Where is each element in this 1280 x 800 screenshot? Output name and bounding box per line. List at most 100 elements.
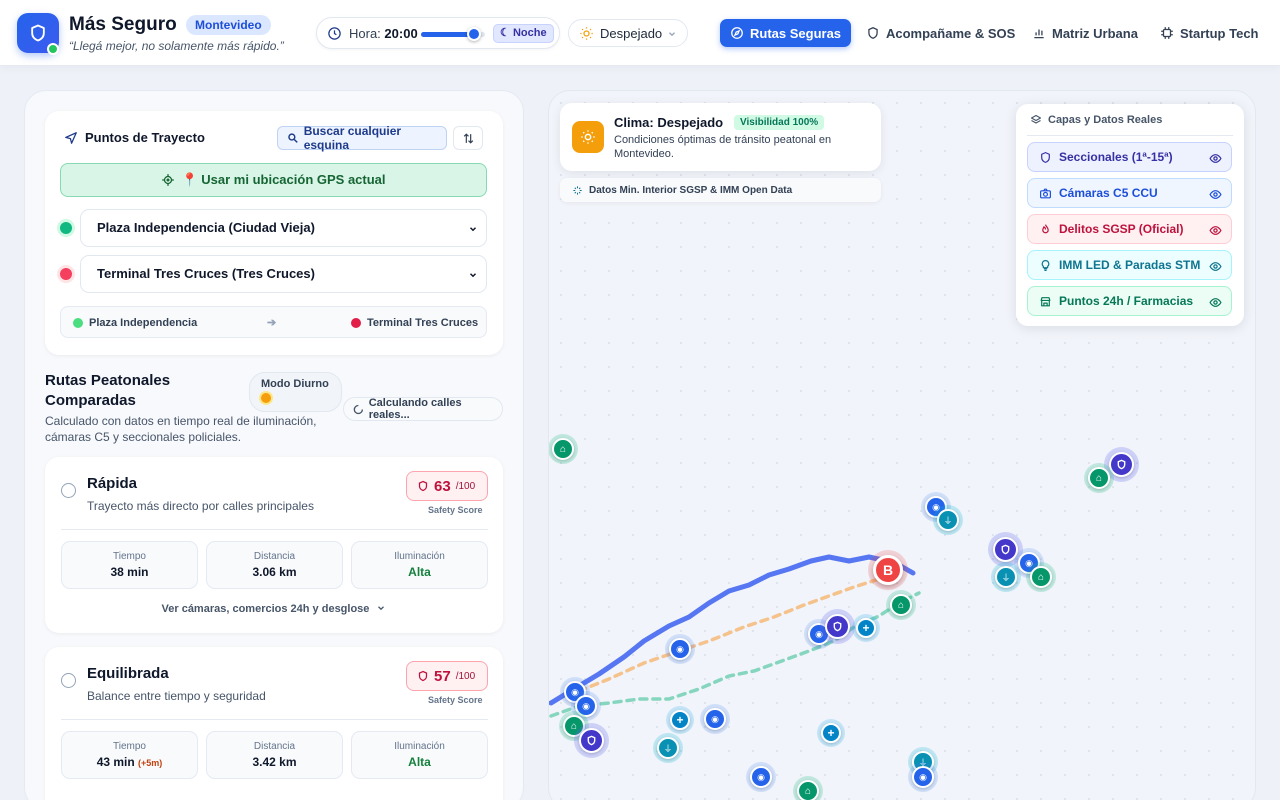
destination-marker[interactable]: B	[873, 555, 903, 585]
city-badge: Montevideo	[186, 15, 271, 35]
pharmacy-marker[interactable]: +	[821, 723, 841, 743]
nav-startup-tech[interactable]: Startup Tech	[1150, 19, 1269, 47]
route-radio[interactable]	[61, 483, 76, 498]
origin-select[interactable]: Plaza Independencia (Ciudad Vieja)	[80, 209, 487, 247]
store-24h-marker[interactable]: ⌂	[552, 438, 574, 460]
metric-label: Iluminación	[394, 741, 445, 752]
route-name: Rápida	[87, 475, 138, 492]
camera-icon: ◉	[582, 700, 590, 711]
camera-marker[interactable]: ◉	[669, 638, 691, 660]
eye-icon[interactable]	[1209, 224, 1222, 237]
eye-icon[interactable]	[1209, 260, 1222, 273]
time-value: 38 min	[110, 565, 149, 579]
layer-toggle-row[interactable]: Delitos SGSP (Oficial)	[1027, 214, 1232, 244]
safety-score-max: /100	[455, 670, 476, 682]
camera-marker[interactable]: ◉	[575, 695, 597, 717]
bulb-icon: ⏚	[943, 515, 953, 526]
app-header: Más Seguro Montevideo “Llegá mejor, no s…	[0, 0, 1280, 66]
calculating-label: Calculando calles reales...	[368, 397, 462, 421]
store-24h-marker[interactable]: ⌂	[797, 780, 819, 800]
layer-toggle-row[interactable]: Puntos 24h / Farmacias	[1027, 286, 1232, 316]
nav-matriz-urbana[interactable]: Matriz Urbana	[1022, 19, 1148, 47]
sun-icon	[581, 130, 595, 144]
time-slider-thumb[interactable]	[467, 27, 482, 41]
app-tagline: “Llegá mejor, no solamente más rápido.”	[69, 39, 284, 53]
chevron-down-icon	[669, 32, 675, 37]
time-slider[interactable]	[421, 27, 485, 41]
day-mode-badge: Modo Diurno	[249, 372, 342, 412]
summary-from-label: Plaza Independencia	[89, 317, 198, 329]
safety-score-badge: 63 /100	[406, 471, 488, 501]
safety-score-value: 57	[434, 667, 451, 685]
metric-label: Distancia	[253, 741, 296, 752]
use-gps-label: 📍 Usar mi ubicación GPS actual	[181, 172, 386, 187]
route-summary: Plaza Independencia ➔ Terminal Tres Cruc…	[60, 306, 487, 338]
store-icon	[1040, 296, 1051, 306]
use-gps-button[interactable]: 📍 Usar mi ubicación GPS actual	[60, 163, 487, 197]
route-planner-panel: Puntos de Trayecto Buscar cualquier esqu…	[24, 90, 524, 800]
weather-title: Clima: Despejado	[614, 115, 724, 130]
route-card-equilibrada[interactable]: Equilibrada Balance entre tiempo y segur…	[45, 647, 503, 800]
map-view[interactable]: ⌂ ⌂ ◉ ⏚ ◉ ⏚ ⌂ ⌂ ◉ + ◉ ◉ ◉ ⌂ + ◉ + ⏚ ⏚ ◉ …	[548, 90, 1256, 800]
camera-icon: ◉	[571, 686, 579, 697]
metric-value: 43 min (+5m)	[62, 755, 197, 769]
camera-marker[interactable]: ◉	[912, 766, 934, 788]
camera-icon: ◉	[711, 713, 719, 724]
data-source-pill: Datos Min. Interior SGSP & IMM Open Data	[560, 178, 881, 202]
camera-icon: ◉	[932, 501, 940, 512]
trip-points-card: Puntos de Trayecto Buscar cualquier esqu…	[45, 111, 503, 355]
camera-icon	[1040, 188, 1051, 198]
search-corner-button[interactable]: Buscar cualquier esquina	[277, 124, 447, 152]
layer-label: Delitos SGSP (Oficial)	[1059, 222, 1184, 236]
layer-toggle-row[interactable]: Seccionales (1ª-15ª)	[1027, 142, 1232, 172]
streetlight-marker[interactable]: ⏚	[657, 737, 679, 759]
search-corner-label: Buscar cualquier esquina	[303, 124, 402, 152]
store-icon: ⌂	[897, 599, 905, 611]
pharmacy-marker[interactable]: +	[670, 710, 690, 730]
eye-icon[interactable]	[1209, 152, 1222, 165]
online-status-dot	[47, 43, 59, 55]
store-24h-marker[interactable]: ⌂	[1030, 566, 1052, 588]
eye-icon[interactable]	[1209, 296, 1222, 309]
weather-select[interactable]: Despejado	[568, 19, 688, 47]
search-icon	[288, 133, 298, 143]
camera-marker[interactable]: ◉	[704, 708, 726, 730]
store-icon: ⌂	[559, 443, 567, 455]
route-line-safe[interactable]	[549, 591, 921, 718]
metric-value: 3.42 km	[252, 755, 297, 769]
police-station-marker[interactable]	[993, 537, 1018, 562]
store-24h-marker[interactable]: ⌂	[1088, 467, 1110, 489]
nav-rutas-seguras[interactable]: Rutas Seguras	[720, 19, 852, 47]
nav-label: Rutas Seguras	[750, 25, 842, 41]
store-24h-marker[interactable]: ⌂	[890, 594, 912, 616]
police-station-marker[interactable]	[579, 728, 604, 753]
routes-section-title: Rutas Peatonales Comparadas	[45, 372, 171, 409]
destination-select[interactable]: Terminal Tres Cruces (Tres Cruces)	[80, 255, 487, 293]
police-station-marker[interactable]	[1109, 452, 1134, 477]
see-details-toggle[interactable]: Ver cámaras, comercios 24h y desglose	[45, 603, 503, 615]
pharmacy-marker[interactable]: +	[856, 618, 876, 638]
layer-toggle-row[interactable]: Cámaras C5 CCU	[1027, 178, 1232, 208]
metric-value: 3.06 km	[252, 565, 297, 579]
summary-to-label: Terminal Tres Cruces	[367, 317, 479, 329]
weather-card: Clima: Despejado Visibilidad 100% Condic…	[560, 103, 881, 171]
routes-section-subtitle: Calculado con datos en tiempo real de il…	[45, 414, 317, 444]
time-label: Hora: 20:00	[349, 26, 418, 41]
swap-points-button[interactable]	[453, 126, 483, 150]
police-station-marker[interactable]	[825, 614, 850, 639]
moon-icon: ☾	[500, 27, 510, 39]
route-radio[interactable]	[61, 673, 76, 688]
store-icon: ⌂	[1037, 571, 1045, 583]
eye-icon[interactable]	[1209, 188, 1222, 201]
shield-icon	[418, 480, 428, 492]
nav-acompaname-sos[interactable]: Acompañame & SOS	[856, 19, 1025, 47]
route-card-rapida[interactable]: Rápida Trayecto más directo por calles p…	[45, 457, 503, 633]
camera-marker[interactable]: ◉	[750, 766, 772, 788]
layer-toggle-row[interactable]: IMM LED & Paradas STM	[1027, 250, 1232, 280]
chevron-down-icon	[469, 227, 477, 232]
shield-icon	[833, 621, 842, 632]
streetlight-marker[interactable]: ⏚	[937, 509, 959, 531]
origin-mini-dot	[73, 318, 83, 328]
streetlight-marker[interactable]: ⏚	[995, 566, 1017, 588]
metric-label: Tiempo	[113, 551, 146, 562]
